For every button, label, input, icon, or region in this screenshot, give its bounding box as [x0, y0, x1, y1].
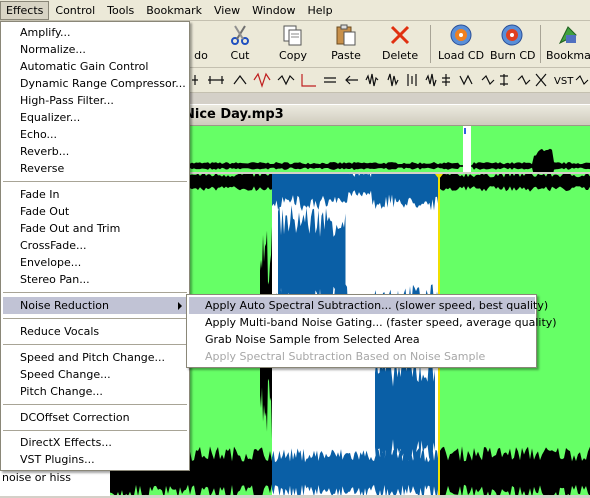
copy-button[interactable]: Copy — [276, 23, 310, 65]
menu-item-crossfade[interactable]: CrossFade... — [3, 237, 187, 254]
toolbar-separator — [540, 25, 541, 63]
cut-button[interactable]: Cut — [224, 23, 256, 65]
delete-x-icon — [390, 25, 410, 45]
submenu-item-spectral-from-sample: Apply Spectral Subtraction Based on Nois… — [205, 350, 486, 363]
menu-item-stereo-pan[interactable]: Stereo Pan... — [3, 271, 187, 288]
menu-item-speed-change[interactable]: Speed Change... — [3, 366, 187, 383]
menu-separator — [3, 430, 187, 431]
submenu-arrow-icon — [178, 302, 182, 310]
noise-reduction-label: Noise Reduction — [20, 299, 109, 312]
effect-icon[interactable] — [208, 76, 224, 84]
menu-item-reverse[interactable]: Reverse — [3, 160, 187, 177]
copy-icon — [283, 25, 302, 46]
effect-icon[interactable] — [387, 73, 399, 87]
noise-reduction-submenu: Apply Auto Spectral Subtraction... (slow… — [186, 294, 557, 368]
paste-icon — [336, 24, 356, 46]
menu-item-fade-out[interactable]: Fade Out — [3, 203, 187, 220]
menu-view[interactable]: View — [208, 1, 246, 20]
menu-bookmark[interactable]: Bookmark — [140, 1, 208, 20]
menu-separator — [3, 404, 187, 405]
effect-icon[interactable] — [407, 74, 417, 86]
effect-icon[interactable] — [301, 74, 316, 87]
effect-icon[interactable] — [192, 75, 198, 85]
menu-item-fade-out-trim[interactable]: Fade Out and Trim — [3, 220, 187, 237]
bookmark-button[interactable]: Bookmar — [546, 23, 590, 65]
effects-menu: Amplify... Normalize... Automatic Gain C… — [0, 21, 190, 471]
menu-separator — [3, 344, 187, 345]
effect-icon[interactable] — [535, 73, 547, 87]
paste-label: Paste — [331, 49, 361, 62]
effect-icon[interactable] — [324, 77, 336, 83]
menu-window[interactable]: Window — [246, 1, 301, 20]
menu-bar: Effects Control Tools Bookmark View Wind… — [0, 0, 590, 21]
delete-label: Delete — [382, 49, 419, 62]
burn-cd-label: Burn CD — [490, 49, 536, 62]
delete-button[interactable]: Delete — [382, 23, 418, 65]
menu-item-reduce-vocals[interactable]: Reduce Vocals — [3, 323, 187, 340]
menu-item-vst-plugins[interactable]: VST Plugins... — [3, 451, 187, 468]
menu-tools[interactable]: Tools — [101, 1, 140, 20]
toolbar-separator — [430, 25, 431, 63]
effect-icon[interactable] — [481, 74, 495, 86]
menu-item-auto-gain[interactable]: Automatic Gain Control — [3, 58, 187, 75]
main-toolbar: do Cut Copy Paste Delete Load CD Burn CD… — [188, 21, 590, 68]
menu-separator — [3, 292, 187, 293]
menu-item-directx[interactable]: DirectX Effects... — [3, 434, 187, 451]
menu-item-pitch-change[interactable]: Pitch Change... — [3, 383, 187, 400]
load-cd-icon — [450, 24, 472, 46]
load-cd-label: Load CD — [438, 49, 485, 62]
menu-item-speed-pitch[interactable]: Speed and Pitch Change... — [3, 349, 187, 366]
submenu-item-auto-spectral[interactable]: Apply Auto Spectral Subtraction... (slow… — [189, 297, 548, 314]
waveform-overview[interactable] — [188, 126, 590, 182]
effect-icon[interactable] — [345, 75, 358, 85]
paste-button[interactable]: Paste — [328, 23, 364, 65]
left-panel: noise or hiss — [0, 470, 110, 496]
effect-icon[interactable] — [425, 73, 437, 87]
effect-icon[interactable] — [459, 74, 473, 86]
bookmark-label: Bookmar — [546, 49, 590, 62]
effects-toolbar: VST — [188, 68, 590, 93]
menu-item-fade-in[interactable]: Fade In — [3, 186, 187, 203]
menu-item-envelope[interactable]: Envelope... — [3, 254, 187, 271]
burn-cd-icon — [501, 24, 523, 46]
scissors-icon — [231, 25, 249, 45]
submenu-item-noise-gating[interactable]: Apply Multi-band Noise Gating... (faster… — [189, 314, 557, 331]
menu-help[interactable]: Help — [301, 1, 338, 20]
menu-item-high-pass[interactable]: High-Pass Filter... — [3, 92, 187, 109]
cut-label: Cut — [230, 49, 250, 62]
bookmark-icon — [558, 26, 577, 45]
overview-marker — [464, 128, 466, 134]
menu-item-compressor[interactable]: Dynamic Range Compressor... — [3, 75, 187, 92]
undo-button[interactable]: do — [188, 23, 214, 65]
effect-icons-strip: VST — [192, 72, 589, 88]
menu-separator — [3, 318, 187, 319]
load-cd-button[interactable]: Load CD — [438, 23, 484, 65]
file-title-bar: Nice Day.mp3 — [188, 104, 590, 126]
menu-item-echo[interactable]: Echo... — [3, 126, 187, 143]
menu-item-amplify[interactable]: Amplify... — [3, 24, 187, 41]
undo-label: do — [194, 49, 208, 62]
effect-icon[interactable] — [277, 74, 295, 86]
effect-icon[interactable] — [253, 72, 271, 88]
effect-icon[interactable] — [365, 73, 379, 87]
menu-effects[interactable]: Effects — [0, 0, 50, 20]
left-panel-text: noise or hiss — [2, 471, 71, 484]
burn-cd-button[interactable]: Burn CD — [490, 23, 536, 65]
effect-icon[interactable] — [442, 74, 450, 86]
file-title: Nice Day.mp3 — [188, 107, 284, 122]
effect-icon[interactable] — [575, 75, 589, 85]
menu-separator — [3, 181, 187, 182]
vst-label[interactable]: VST — [554, 76, 574, 87]
menu-item-reverb[interactable]: Reverb... — [3, 143, 187, 160]
effect-icon[interactable] — [517, 74, 531, 86]
menu-item-dc-offset[interactable]: DCOffset Correction — [3, 409, 187, 426]
menu-control[interactable]: Control — [49, 1, 101, 20]
effect-icon[interactable] — [233, 75, 247, 85]
menu-item-normalize[interactable]: Normalize... — [3, 41, 187, 58]
submenu-item-grab-noise-sample[interactable]: Grab Noise Sample from Selected Area — [189, 331, 535, 348]
copy-label: Copy — [279, 49, 307, 62]
menu-item-noise-reduction[interactable]: Noise Reduction — [3, 297, 187, 314]
effect-icon[interactable] — [500, 74, 508, 86]
menu-item-equalizer[interactable]: Equalizer... — [3, 109, 187, 126]
